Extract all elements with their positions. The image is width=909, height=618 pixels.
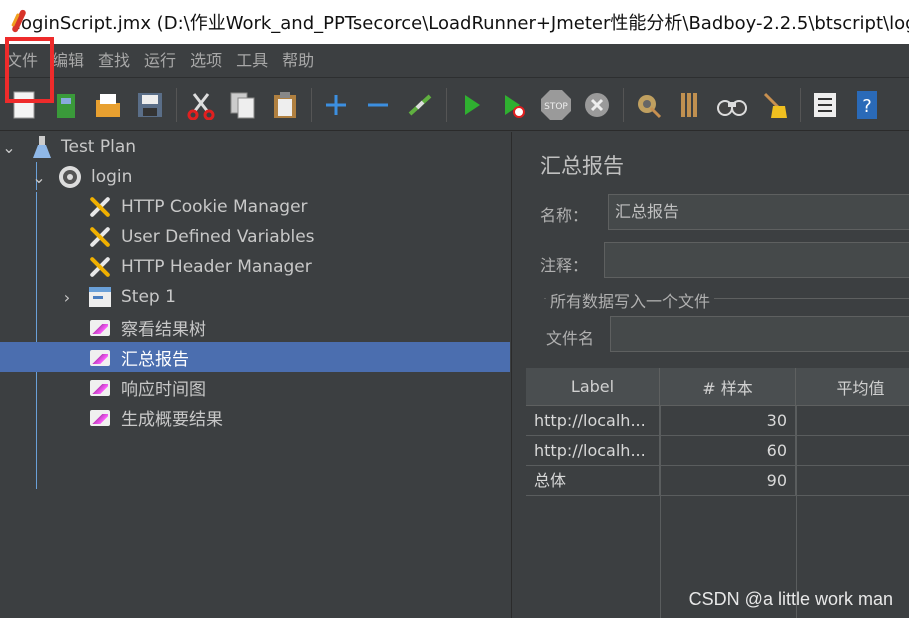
tree-item-user-defined-variables[interactable]: User Defined Variables (0, 222, 510, 252)
tree-item-view-results-tree[interactable]: 察看结果树 (0, 312, 510, 342)
chevron-down-icon[interactable]: ⌄ (2, 138, 16, 157)
window-title: loginScript.jmx (D:\作业Work_and_PPTsecorc… (16, 13, 909, 34)
tree-item-label: 生成概要结果 (121, 409, 223, 430)
table-cell-samples[interactable]: 30 (660, 406, 796, 436)
tree-item-response-time-graph[interactable]: 响应时间图 (0, 372, 510, 402)
shutdown-icon[interactable] (581, 87, 613, 123)
save-icon[interactable] (134, 87, 166, 123)
summary-table: Label # 样本 平均值 http://localh... 30 http:… (524, 368, 909, 618)
filename-label: 文件名 (546, 329, 595, 348)
menu-help[interactable]: 帮助 (275, 44, 321, 78)
window-title-bar: loginScript.jmx (D:\作业Work_and_PPTsecorc… (0, 0, 909, 44)
controller-icon (86, 284, 114, 310)
table-cell-label[interactable]: http://localh... (526, 436, 660, 466)
column-divider (660, 406, 661, 618)
listener-icon (86, 344, 114, 370)
table-cell-label[interactable]: 总体 (526, 466, 660, 496)
toolbar: STOP ? (0, 79, 909, 131)
tree-item-generate-summary-results[interactable]: 生成概要结果 (0, 402, 510, 432)
tree-item-label: HTTP Header Manager (121, 257, 312, 277)
function-helper-icon[interactable] (809, 87, 841, 123)
column-header-samples[interactable]: # 样本 (660, 368, 796, 406)
filename-field[interactable] (610, 316, 909, 352)
start-no-pause-icon[interactable] (497, 87, 529, 123)
tree-item-login[interactable]: ⌄ login (0, 162, 510, 192)
menu-tools[interactable]: 工具 (229, 44, 275, 78)
toolbar-separator (176, 87, 177, 122)
tree-item-label: 响应时间图 (121, 379, 206, 400)
table-cell-samples[interactable]: 60 (660, 436, 796, 466)
table-cell-average[interactable] (796, 436, 909, 466)
name-field[interactable]: 汇总报告 (608, 194, 909, 230)
templates-icon[interactable] (50, 87, 82, 123)
table-cell-average[interactable] (796, 466, 909, 496)
tree-item-label: HTTP Cookie Manager (121, 197, 308, 217)
paste-icon[interactable] (269, 87, 301, 123)
column-header-average[interactable]: 平均值 (796, 368, 909, 406)
table-cell-samples[interactable]: 90 (660, 466, 796, 496)
tree-item-label: 察看结果树 (121, 319, 206, 340)
gear-icon (56, 164, 84, 190)
menu-edit[interactable]: 编辑 (45, 44, 91, 78)
open-icon[interactable] (92, 87, 124, 123)
column-header-label[interactable]: Label (526, 368, 660, 406)
tree-item-label: login (91, 167, 133, 187)
svg-text:?: ? (862, 96, 872, 117)
toolbar-separator (623, 87, 624, 122)
chevron-right-icon[interactable]: › (60, 288, 74, 307)
comment-label: 注释： (540, 256, 589, 275)
clear-icon[interactable] (632, 87, 664, 123)
summary-report-panel: 汇总报告 名称： 汇总报告 注释： 所有数据写入一个文件 文件名 Label #… (524, 132, 909, 618)
tree-item-header-manager[interactable]: HTTP Header Manager (0, 252, 510, 282)
listener-icon (86, 374, 114, 400)
table-cell-label[interactable]: http://localh... (526, 406, 660, 436)
comment-field[interactable] (604, 242, 909, 278)
wrench-icon (86, 254, 114, 280)
new-icon[interactable] (8, 87, 40, 123)
toolbar-separator (446, 87, 447, 122)
tree-item-test-plan[interactable]: ⌄ Test Plan (0, 132, 510, 162)
collapse-icon[interactable] (362, 87, 394, 123)
flask-icon (28, 134, 56, 160)
menu-file[interactable]: 文件 (0, 44, 45, 78)
watermark: CSDN @a little work man (688, 589, 893, 609)
group-title: 所有数据写入一个文件 (546, 288, 715, 312)
listener-icon (86, 404, 114, 430)
wrench-icon (86, 194, 114, 220)
reset-search-icon[interactable] (758, 87, 790, 123)
menu-search[interactable]: 查找 (91, 44, 137, 78)
toolbar-separator (311, 87, 312, 122)
tree-item-label: Step 1 (121, 287, 176, 307)
wrench-icon (86, 224, 114, 250)
panel-title: 汇总报告 (540, 154, 624, 178)
stop-icon[interactable]: STOP (539, 87, 571, 123)
tree-item-cookie-manager[interactable]: HTTP Cookie Manager (0, 192, 510, 222)
tree-item-label: 汇总报告 (121, 349, 189, 370)
svg-text:STOP: STOP (544, 102, 568, 112)
menu-bar: 文件 编辑 查找 运行 选项 工具 帮助 (0, 44, 909, 78)
column-divider (796, 406, 797, 618)
toolbar-separator (800, 87, 801, 122)
search-icon[interactable] (716, 87, 748, 123)
name-label: 名称： (540, 206, 589, 225)
toggle-icon[interactable] (404, 87, 436, 123)
tree-item-label: User Defined Variables (121, 227, 315, 247)
tree-item-label: Test Plan (61, 137, 137, 157)
tree-item-summary-report[interactable]: 汇总报告 (0, 342, 510, 372)
cut-icon[interactable] (185, 87, 217, 123)
tree-item-step-1[interactable]: › Step 1 (0, 282, 510, 312)
chevron-down-icon[interactable]: ⌄ (32, 168, 46, 187)
copy-icon[interactable] (227, 87, 259, 123)
clear-all-icon[interactable] (674, 87, 706, 123)
menu-run[interactable]: 运行 (137, 44, 183, 78)
menu-options[interactable]: 选项 (183, 44, 229, 78)
help-icon[interactable]: ? (851, 87, 883, 123)
test-plan-tree: ⌄ Test Plan ⌄ login HTTP Cookie Manager … (0, 132, 512, 618)
listener-icon (86, 314, 114, 340)
table-cell-average[interactable] (796, 406, 909, 436)
start-icon[interactable] (455, 87, 487, 123)
expand-icon[interactable] (320, 87, 352, 123)
